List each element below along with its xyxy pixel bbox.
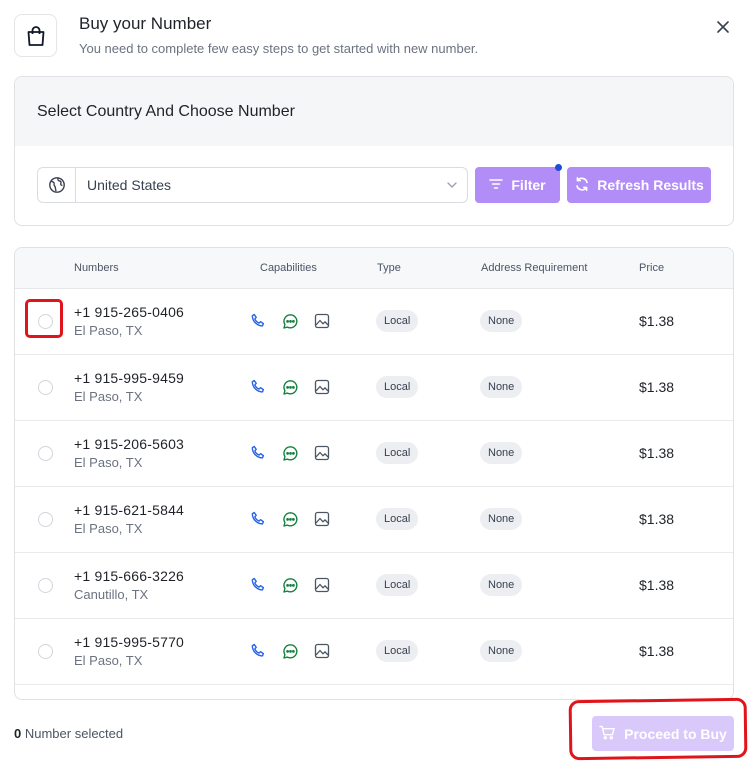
number-location: El Paso, TX (74, 653, 143, 668)
table-row[interactable]: +1 915-995-5770 El Paso, TX Local None $1.38 (15, 619, 733, 685)
number-location: Canutillo, TX (74, 587, 149, 602)
phone-icon (249, 312, 267, 330)
column-header-capabilities: Capabilities (260, 262, 317, 274)
controls-row: United States Filter Refresh Results (37, 164, 711, 204)
column-header-address: Address Requirement (481, 262, 588, 274)
phone-icon (249, 510, 267, 528)
type-badge: Local (376, 640, 419, 662)
address-badge: None (480, 442, 523, 464)
table-header: Numbers Capabilities Type Address Requir… (15, 248, 733, 289)
phone-number: +1 915-666-3226 (74, 568, 185, 584)
mms-image-icon (313, 576, 331, 594)
price: $1.38 (639, 577, 675, 593)
column-header-numbers: Numbers (74, 262, 119, 274)
address-badge: None (480, 574, 523, 596)
phone-number: +1 915-621-5844 (74, 502, 185, 518)
column-header-price: Price (639, 262, 665, 274)
annotation-highlight-buy (568, 697, 748, 761)
section-title: Select Country And Choose Number (15, 77, 733, 146)
address-badge: None (480, 640, 523, 662)
sms-icon (281, 510, 299, 528)
filter-lines-icon (489, 177, 504, 193)
mms-image-icon (313, 312, 331, 330)
table-row[interactable]: +1 915-621-5844 El Paso, TX Local None $1.38 (15, 487, 733, 553)
phone-number: +1 915-206-5603 (74, 436, 185, 452)
close-icon[interactable] (712, 16, 734, 38)
column-header-type: Type (377, 262, 401, 274)
sms-icon (281, 576, 299, 594)
refresh-results-button[interactable]: Refresh Results (567, 167, 711, 203)
globe-icon (38, 168, 76, 202)
mms-image-icon (313, 444, 331, 462)
country-selector-card: Select Country And Choose Number United … (14, 76, 734, 226)
row-select-radio[interactable] (38, 380, 53, 395)
chevron-down-icon (437, 168, 467, 202)
phone-icon (249, 378, 267, 396)
table-row[interactable]: +1 915-265-0406 El Paso, TX Local None $1.38 (15, 289, 733, 355)
filter-active-dot (555, 164, 562, 171)
sms-icon (281, 642, 299, 660)
sms-icon (281, 444, 299, 462)
phone-number: +1 915-995-5770 (74, 634, 185, 650)
type-badge: Local (376, 442, 419, 464)
address-badge: None (480, 310, 523, 332)
type-badge: Local (376, 508, 419, 530)
filter-button[interactable]: Filter (475, 167, 560, 203)
phone-number: +1 915-265-0406 (74, 304, 185, 320)
type-badge: Local (376, 574, 419, 596)
selected-label: Number selected (24, 726, 124, 741)
type-badge: Local (376, 310, 419, 332)
price: $1.38 (639, 511, 675, 527)
address-badge: None (480, 376, 523, 398)
refresh-icon (574, 176, 590, 195)
phone-icon (249, 444, 267, 462)
filter-label: Filter (511, 177, 546, 193)
address-badge: None (480, 508, 523, 530)
price: $1.38 (639, 379, 675, 395)
row-select-radio[interactable] (38, 578, 53, 593)
selected-count: 0 (14, 726, 22, 741)
phone-icon (249, 642, 267, 660)
modal-subtitle: You need to complete few easy steps to g… (79, 41, 479, 56)
numbers-table: Numbers Capabilities Type Address Requir… (14, 247, 734, 700)
number-location: El Paso, TX (74, 521, 143, 536)
type-badge: Local (376, 376, 419, 398)
row-select-radio[interactable] (38, 512, 53, 527)
table-row[interactable]: +1 915-995-9459 El Paso, TX Local None $1.38 (15, 355, 733, 421)
table-row[interactable]: +1 915-666-3226 Canutillo, TX Local None $1.… (15, 553, 733, 619)
price: $1.38 (639, 445, 675, 461)
price: $1.38 (639, 313, 675, 329)
number-location: El Paso, TX (74, 323, 143, 338)
mms-image-icon (313, 642, 331, 660)
selected-count-text: 0 Number selected (14, 726, 123, 741)
price: $1.38 (639, 643, 675, 659)
sms-icon (281, 312, 299, 330)
sms-icon (281, 378, 299, 396)
table-row[interactable]: +1 915-206-5603 El Paso, TX Local None $1.38 (15, 421, 733, 487)
modal-title: Buy your Number (79, 14, 212, 33)
shopping-bag-icon (14, 14, 57, 57)
phone-icon (249, 576, 267, 594)
country-dropdown[interactable]: United States (37, 167, 468, 203)
number-location: El Paso, TX (74, 455, 143, 470)
annotation-highlight-radio (25, 299, 63, 338)
mms-image-icon (313, 510, 331, 528)
country-value: United States (87, 177, 172, 193)
refresh-label: Refresh Results (597, 177, 704, 193)
number-location: El Paso, TX (74, 389, 143, 404)
row-select-radio[interactable] (38, 446, 53, 461)
mms-image-icon (313, 378, 331, 396)
row-select-radio[interactable] (38, 644, 53, 659)
modal-header: Buy your Number You need to complete few… (14, 12, 734, 62)
phone-number: +1 915-995-9459 (74, 370, 185, 386)
